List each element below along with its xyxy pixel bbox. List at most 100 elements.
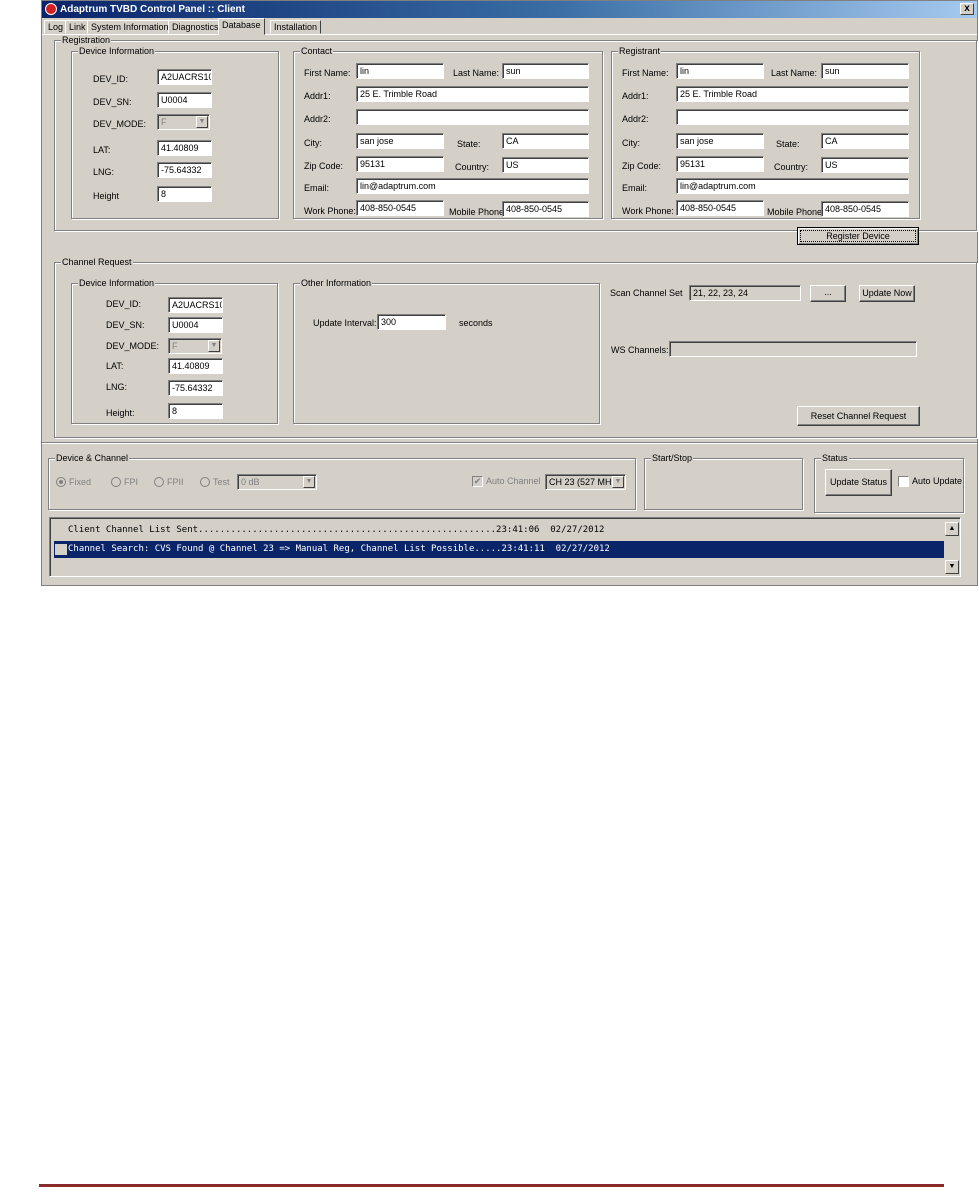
channel-select[interactable]: CH 23 (527 MHz) ▼: [545, 474, 626, 490]
register-device-button[interactable]: Register Device: [797, 227, 919, 245]
scroll-up-button[interactable]: ▲: [945, 522, 959, 536]
scan-channel-set-label: Scan Channel Set: [610, 288, 683, 298]
channel-request-legend: Channel Request: [61, 257, 133, 267]
reg-dev-sn-field[interactable]: U0004: [157, 92, 212, 108]
radio-fpii[interactable]: [154, 477, 164, 487]
contact-city-label: City:: [304, 138, 322, 148]
registrant-first-name-field[interactable]: lin: [676, 63, 764, 79]
scroll-down-button[interactable]: ▼: [945, 560, 959, 574]
reg-dev-mode-value: F: [161, 117, 167, 127]
main-window: Adaptrum TVBD Control Panel :: Client x …: [41, 0, 978, 586]
window-title: Adaptrum TVBD Control Panel :: Client: [60, 4, 245, 15]
contact-last-name-field[interactable]: sun: [502, 63, 589, 79]
channel-value: CH 23 (527 MHz): [549, 477, 620, 487]
contact-work-phone-field[interactable]: 408-850-0545: [356, 200, 444, 216]
log-list[interactable]: Client Channel List Sent................…: [49, 517, 961, 577]
update-interval-unit: seconds: [459, 318, 493, 328]
chevron-down-icon: ▼: [196, 116, 208, 128]
registrant-last-name-field[interactable]: sun: [821, 63, 909, 79]
contact-city-field[interactable]: san jose: [356, 133, 444, 149]
reg-lat-field[interactable]: 41.40809: [157, 140, 212, 156]
cr-dev-mode-value: F: [172, 341, 178, 351]
registrant-addr1-field[interactable]: 25 E. Trimble Road: [676, 86, 909, 102]
tab-log[interactable]: Log: [44, 20, 68, 34]
reg-lng-field[interactable]: -75.64332: [157, 162, 212, 178]
registrant-work-phone-field[interactable]: 408-850-0545: [676, 200, 764, 216]
contact-zip-field[interactable]: 95131: [356, 156, 444, 172]
contact-first-name-field[interactable]: lin: [356, 63, 444, 79]
contact-addr2-field[interactable]: [356, 109, 589, 125]
ws-channels-field[interactable]: [669, 341, 917, 357]
reg-dev-id-field[interactable]: A2UACRS10: [157, 69, 212, 85]
contact-country-field[interactable]: US: [502, 157, 589, 173]
contact-mobile-phone-field[interactable]: 408-850-0545: [502, 201, 589, 217]
cr-dev-mode-select[interactable]: F ▼: [168, 338, 222, 354]
scan-channel-set-field[interactable]: 21, 22, 23, 24: [689, 285, 801, 301]
tab-diagnostics[interactable]: Diagnostics: [168, 20, 223, 34]
cr-lat-field[interactable]: 41.40809: [168, 358, 223, 374]
tab-installation[interactable]: Installation: [270, 20, 322, 34]
power-select[interactable]: 0 dB ▼: [237, 474, 317, 490]
contact-email-field[interactable]: lin@adaptrum.com: [356, 178, 589, 194]
chevron-down-icon: ▼: [303, 476, 315, 488]
auto-update-checkbox[interactable]: [898, 476, 909, 487]
cr-lng-label: LNG:: [106, 382, 128, 392]
cr-lng-field[interactable]: -75.64332: [168, 380, 223, 396]
log-row[interactable]: Client Channel List Sent................…: [54, 522, 944, 539]
registrant-city-field[interactable]: san jose: [676, 133, 764, 149]
tab-link[interactable]: Link: [65, 20, 90, 34]
radio-fpi[interactable]: [111, 477, 121, 487]
cr-height-field[interactable]: 8: [168, 403, 223, 419]
reg-lat-label: LAT:: [93, 145, 111, 155]
reg-device-info-group: Device Information DEV_ID: A2UACRS10 DEV…: [71, 46, 279, 219]
contact-addr1-field[interactable]: 25 E. Trimble Road: [356, 86, 589, 102]
update-status-button[interactable]: Update Status: [825, 469, 892, 496]
title-bar[interactable]: Adaptrum TVBD Control Panel :: Client x: [42, 1, 977, 18]
app-icon: [45, 3, 57, 15]
contact-addr1-label: Addr1:: [304, 91, 331, 101]
update-now-button[interactable]: Update Now: [859, 285, 915, 302]
tab-database[interactable]: Database: [218, 18, 265, 35]
channel-request-group: Channel Request Device Information DEV_I…: [54, 257, 977, 438]
cr-lat-label: LAT:: [106, 361, 124, 371]
contact-group: Contact First Name: lin Last Name: sun A…: [293, 46, 603, 219]
cr-dev-mode-label: DEV_MODE:: [106, 341, 160, 351]
chevron-down-icon: ▼: [208, 340, 220, 352]
registrant-state-field[interactable]: CA: [821, 133, 909, 149]
registration-group: Registration Device Information DEV_ID: …: [54, 35, 977, 245]
registrant-country-field[interactable]: US: [821, 157, 909, 173]
reg-height-field[interactable]: 8: [157, 186, 212, 202]
update-interval-field[interactable]: 300: [377, 314, 446, 330]
close-button[interactable]: x: [960, 3, 974, 15]
browse-channels-button[interactable]: ...: [810, 285, 846, 302]
auto-channel-checkbox[interactable]: ✔: [472, 476, 483, 487]
log-row-selected[interactable]: Channel Search: CVS Found @ Channel 23 =…: [54, 541, 944, 558]
reset-channel-request-button[interactable]: Reset Channel Request: [797, 406, 920, 426]
registrant-mobile-phone-label: Mobile Phone:: [767, 207, 825, 217]
section-divider-highlight: [42, 443, 977, 444]
registrant-addr2-field[interactable]: [676, 109, 909, 125]
cr-dev-id-field[interactable]: A2UACRS10: [168, 297, 223, 313]
registrant-mobile-phone-field[interactable]: 408-850-0545: [821, 201, 909, 217]
tab-system-information[interactable]: System Information: [87, 20, 173, 34]
device-channel-group: Device & Channel Fixed FPI FPII Test 0 d…: [48, 453, 636, 510]
contact-legend: Contact: [300, 46, 334, 56]
update-interval-label: Update Interval:: [313, 318, 377, 328]
radio-test[interactable]: [200, 477, 210, 487]
chevron-down-icon: ▼: [612, 476, 624, 488]
start-stop-legend: Start/Stop: [651, 453, 694, 463]
contact-state-field[interactable]: CA: [502, 133, 589, 149]
radio-fixed[interactable]: [56, 477, 66, 487]
registrant-zip-field[interactable]: 95131: [676, 156, 764, 172]
status-group: Status Update Status Auto Update: [814, 453, 964, 513]
contact-first-name-label: First Name:: [304, 68, 351, 78]
other-information-group: Other Information Update Interval: 300 s…: [293, 278, 600, 424]
cr-height-label: Height:: [106, 408, 135, 418]
registration-legend: Registration: [61, 35, 112, 45]
reg-lng-label: LNG:: [93, 167, 115, 177]
registrant-email-field[interactable]: lin@adaptrum.com: [676, 178, 909, 194]
reg-dev-mode-select[interactable]: F ▼: [157, 114, 210, 130]
cr-dev-sn-field[interactable]: U0004: [168, 317, 223, 333]
contact-last-name-label: Last Name:: [453, 68, 500, 78]
footer-rule: [39, 1184, 944, 1187]
